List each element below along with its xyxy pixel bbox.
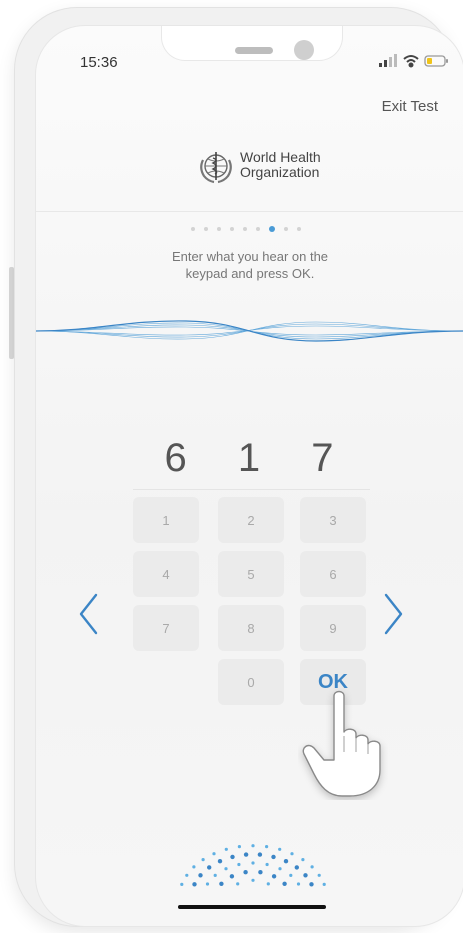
exit-test-button[interactable]: Exit Test <box>382 98 438 115</box>
indicator-dot <box>251 861 255 865</box>
listening-indicator <box>180 844 326 887</box>
instruction-line1: Enter what you hear on the <box>171 249 329 264</box>
indicator-dot <box>213 873 217 877</box>
indicator-dot <box>251 844 255 848</box>
indicator-dot <box>192 882 197 887</box>
key-2[interactable]: 2 <box>218 497 284 543</box>
indicator-dot <box>271 874 277 879</box>
who-name-line2: Organization <box>240 164 320 180</box>
who-name-line1: World Health <box>240 149 321 165</box>
who-emblem-icon <box>200 152 232 184</box>
device-notch <box>161 26 343 61</box>
key-5[interactable]: 5 <box>218 551 284 597</box>
signal-icon <box>379 54 397 67</box>
indicator-dot <box>282 881 287 886</box>
indicator-dot <box>265 845 269 849</box>
indicator-dot <box>266 882 270 886</box>
instruction-line2: keypad and press OK. <box>185 266 315 281</box>
header-divider <box>36 211 463 212</box>
indicator-dot <box>185 873 189 877</box>
indicator-dot <box>217 859 223 864</box>
indicator-dot <box>278 847 282 851</box>
indicator-dot <box>237 862 241 867</box>
indicator-dot <box>207 865 212 870</box>
phone-frame: 15:36 Exit Test World Health Organizatio… <box>15 8 463 927</box>
indicator-dot <box>198 873 203 878</box>
key-4[interactable]: 4 <box>133 551 199 597</box>
who-wordmark: World Health Organization <box>240 150 321 180</box>
indicator-dot <box>257 852 263 857</box>
indicator-dot <box>243 852 249 857</box>
app-screen: 15:36 Exit Test World Health Organizatio… <box>35 25 463 927</box>
entered-digits: 6 1 7 <box>164 436 354 480</box>
indicator-dot <box>322 882 326 886</box>
indicator-dot <box>289 873 293 877</box>
indicator-dot <box>224 847 228 851</box>
key-6[interactable]: 6 <box>300 551 366 597</box>
progress-dot <box>217 227 221 231</box>
progress-dot <box>256 227 260 231</box>
indicator-dot <box>309 882 314 887</box>
progress-dots <box>191 226 301 232</box>
indicator-dot <box>265 862 269 867</box>
status-time: 15:36 <box>80 54 118 71</box>
indicator-dot <box>283 859 289 864</box>
indicator-dot <box>201 858 205 862</box>
indicator-dot <box>303 873 308 878</box>
indicator-dot <box>294 865 299 870</box>
indicator-dot <box>236 882 240 886</box>
who-logo: World Health Organization <box>196 146 366 192</box>
indicator-dot <box>317 873 321 877</box>
indicator-dot <box>224 867 228 871</box>
progress-dot <box>243 227 247 231</box>
indicator-dot <box>290 852 294 856</box>
indicator-dot <box>212 852 216 856</box>
status-icons <box>379 54 448 68</box>
indicator-dot <box>192 865 196 869</box>
progress-dot <box>297 227 301 231</box>
key-7[interactable]: 7 <box>133 605 199 651</box>
indicator-dot <box>230 854 235 860</box>
progress-dot <box>191 227 195 231</box>
key-1[interactable]: 1 <box>133 497 199 543</box>
audio-wave-graphic <box>36 320 463 342</box>
front-camera <box>294 40 314 60</box>
indicator-dot <box>271 854 276 860</box>
volume-button <box>9 267 14 359</box>
speaker-grille <box>235 47 273 54</box>
indicator-dot <box>301 858 305 862</box>
progress-dot <box>230 227 234 231</box>
pointing-hand-icon <box>302 690 381 797</box>
indicator-dot <box>237 845 241 849</box>
indicator-dot <box>243 870 248 875</box>
indicator-dot <box>258 870 263 875</box>
previous-arrow-icon[interactable] <box>77 592 99 636</box>
progress-dot-current <box>269 226 275 232</box>
indicator-dot <box>205 882 210 886</box>
wifi-icon <box>403 55 419 68</box>
indicator-dot <box>278 867 282 871</box>
indicator-dot <box>296 882 301 886</box>
battery-icon <box>424 55 448 67</box>
indicator-dot <box>229 874 235 879</box>
indicator-dot <box>180 882 184 886</box>
indicator-dot <box>310 865 314 869</box>
key-3[interactable]: 3 <box>300 497 366 543</box>
key-0[interactable]: 0 <box>218 659 284 705</box>
progress-dot <box>284 227 288 231</box>
next-arrow-icon[interactable] <box>383 592 405 636</box>
indicator-dot <box>251 878 255 882</box>
key-8[interactable]: 8 <box>218 605 284 651</box>
digits-underline <box>133 489 370 490</box>
instruction-text: Enter what you hear on the keypad and pr… <box>36 248 463 282</box>
progress-dot <box>204 227 208 231</box>
indicator-dot <box>219 881 224 886</box>
key-9[interactable]: 9 <box>300 605 366 651</box>
home-indicator <box>178 905 326 909</box>
